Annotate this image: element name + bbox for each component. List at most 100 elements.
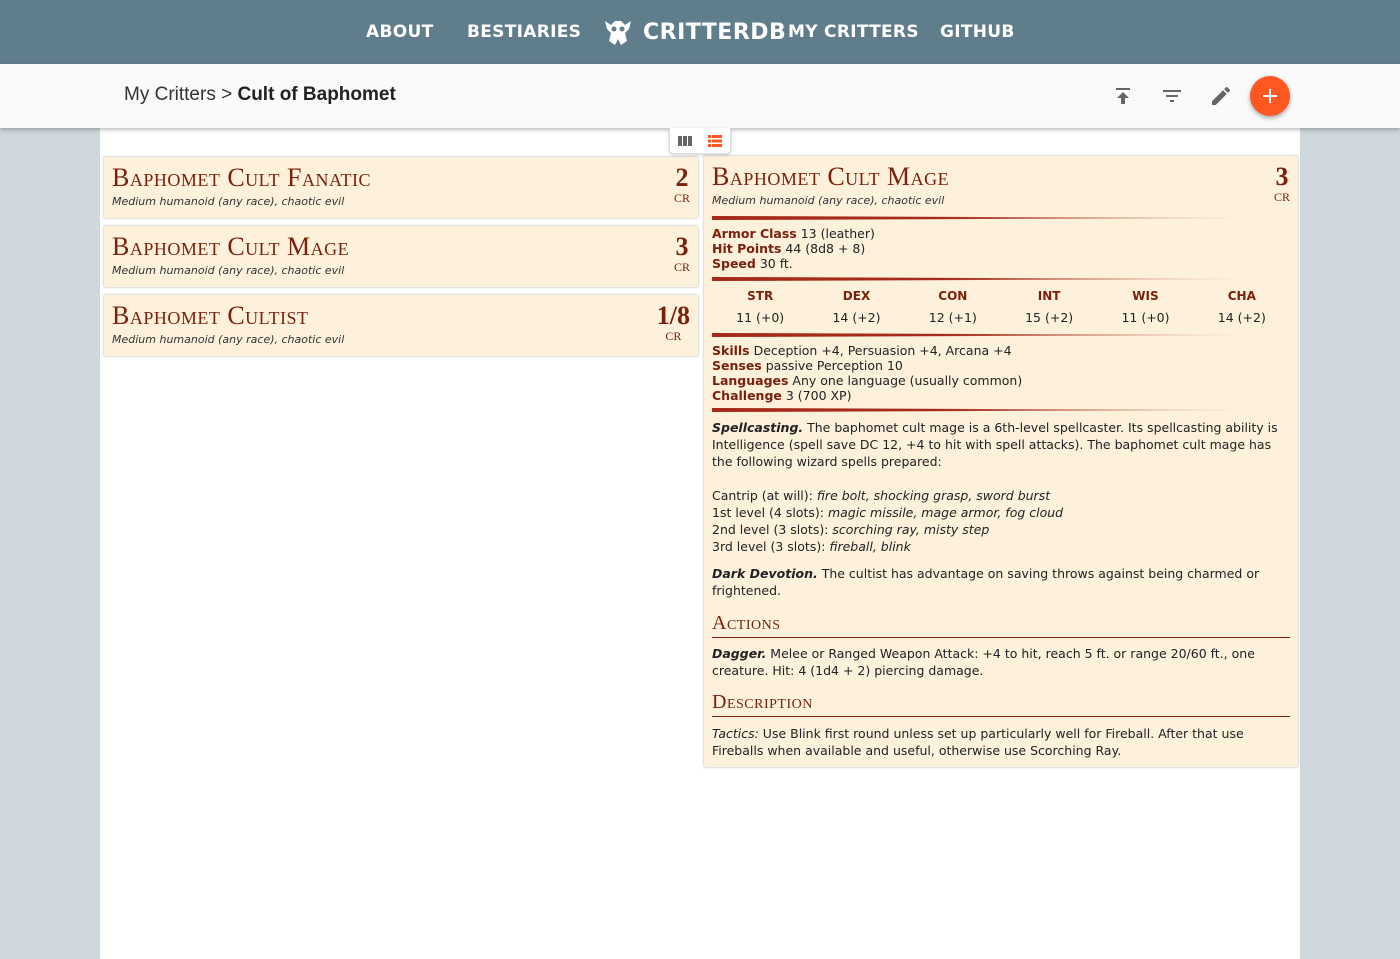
divider-rule [712,277,1278,281]
critter-name: Baphomet Cult Fanatic [112,163,371,192]
list-view-button[interactable] [700,128,730,153]
ability-name: DEX [842,289,871,303]
spell-names: magic missile, mage armor, fog cloud [827,505,1064,520]
spell-names: fireball, blink [829,539,911,554]
ability-name: CON [938,289,968,303]
spellcasting-trait: Spellcasting. The baphomet cult mage is … [712,419,1290,470]
spell-row: 3rd level (3 slots): fireball, blink [712,538,1290,555]
spell-row: 1st level (4 slots): magic missile, mage… [712,504,1290,521]
ability-cha: CHA 14 (+2) [1194,289,1290,325]
nav-about-link[interactable]: ABOUT [366,0,433,64]
ability-int: INT 15 (+2) [1001,289,1097,325]
critterdb-logo[interactable]: CRITTERDB [601,14,786,50]
cr-value: 1/8 [656,301,690,330]
spell-names: fire bolt, shocking grasp, sword burst [816,488,1051,503]
ability-str: STR 11 (+0) [712,289,808,325]
senses-label: Senses [712,358,762,373]
hit-points-label: Hit Points [712,241,782,256]
detail-cr: 3 CR [1274,164,1290,205]
cr-label: CR [673,191,690,205]
tactics-text: Use Blink first round unless set up part… [712,726,1244,758]
armor-class-value: 13 (leather) [796,226,875,241]
edit-icon [1212,86,1230,105]
breadcrumb-root[interactable]: My Critters [124,84,216,105]
critter-type: Medium humanoid (any race), chaotic evil [112,195,345,208]
dark-devotion-title: Dark Devotion. [712,566,818,581]
challenge-label: Challenge [712,388,782,403]
spell-row: Cantrip (at will): fire bolt, shocking g… [712,487,1290,504]
breadcrumb: My Critters > Cult of Baphomet [124,84,396,106]
actions-heading: Actions [712,612,1290,638]
ability-value: 11 (+0) [736,310,785,325]
edit-button[interactable] [1209,84,1233,108]
senses-value: passive Perception 10 [761,358,903,373]
cr-value: 2 [675,163,689,192]
breadcrumb-separator: > [215,84,238,105]
skills-value: Deception +4, Persuasion +4, Arcana +4 [749,343,1012,358]
upload-button[interactable] [1111,84,1135,108]
defense-stats: Armor Class 13 (leather) Hit Points 44 (… [712,226,1292,271]
ability-name: STR [747,289,774,303]
critter-name: Baphomet Cult Mage [112,232,350,261]
column-view-button[interactable] [670,128,700,153]
critter-cr: 1/8 CR [657,303,690,344]
hit-points-value: 44 (8d8 + 8) [781,241,866,256]
critter-card[interactable]: Baphomet Cultist Medium humanoid (any ra… [104,295,698,356]
nav-my-critters-link[interactable]: MY CRITTERS [788,0,919,64]
ability-scores: STR 11 (+0) DEX 14 (+2) CON 12 (+1) INT 15 (… [712,289,1290,325]
ability-value: 14 (+2) [832,310,881,325]
ability-value: 14 (+2) [1217,310,1266,325]
filter-icon [1163,90,1181,102]
detail-critter-name: Baphomet Cult Mage [712,162,950,191]
armor-class-label: Armor Class [712,226,797,241]
languages-label: Languages [712,373,789,388]
cr-value: 3 [675,232,689,261]
languages-value: Any one language (usually common) [788,373,1023,388]
description-text: Tactics: Use Blink first round unless se… [712,725,1290,759]
dagger-title: Dagger. [712,646,767,661]
cr-label: CR [665,329,682,343]
ability-con: CON 12 (+1) [905,289,1001,325]
spellcasting-title: Spellcasting. [712,420,804,435]
critter-logo-icon [605,21,631,45]
dagger-action: Dagger. Melee or Ranged Weapon Attack: +… [712,645,1290,679]
dagger-text: Melee or Ranged Weapon Attack: +4 to hit… [712,646,1255,678]
ability-wis: WIS 11 (+0) [1097,289,1193,325]
detail-critter-type: Medium humanoid (any race), chaotic evil [712,194,945,207]
spell-row: 2nd level (3 slots): scorching ray, mist… [712,521,1290,538]
nav-bestiaries-link[interactable]: BESTIARIES [467,0,581,64]
critter-name: Baphomet Cultist [112,301,309,330]
dark-devotion-trait: Dark Devotion. The cultist has advantage… [712,565,1290,599]
nav-github-link[interactable]: GITHUB [940,0,1015,64]
logo-text: CRITTERDB [643,19,787,45]
divider-rule [712,216,1278,220]
critter-type: Medium humanoid (any race), chaotic evil [112,333,345,346]
critter-detail-statblock: Baphomet Cult Mage Medium humanoid (any … [704,156,1298,767]
divider-rule [712,333,1278,337]
ability-name: INT [1037,289,1061,303]
view-toggle [669,128,731,154]
critter-card[interactable]: Baphomet Cult Mage Medium humanoid (any … [104,226,698,287]
critter-cr: 3 CR [674,234,690,275]
spell-list: Cantrip (at will): fire bolt, shocking g… [712,487,1290,555]
challenge-value: 3 (700 XP) [781,388,852,403]
list-icon [708,134,722,147]
top-navbar: ABOUT BESTIARIES CRITTERDB MY CRITTERS G… [0,0,1400,64]
description-heading: Description [712,691,1290,717]
spell-level: 3rd level (3 slots): [712,539,830,554]
critter-card[interactable]: Baphomet Cult Fanatic Medium humanoid (a… [104,157,698,218]
add-critter-button[interactable] [1250,76,1290,116]
spell-level: 2nd level (3 slots): [712,522,833,537]
add-icon [1263,89,1277,103]
ability-value: 11 (+0) [1121,310,1170,325]
critter-type: Medium humanoid (any race), chaotic evil [112,264,345,277]
ability-name: WIS [1132,289,1159,303]
filter-button[interactable] [1160,84,1184,108]
upload-icon [1116,88,1130,104]
spell-level: 1st level (4 slots): [712,505,828,520]
cr-label: CR [673,260,690,274]
divider-rule [712,408,1278,412]
speed-value: 30 ft. [755,256,793,271]
skills-label: Skills [712,343,750,358]
ability-dex: DEX 14 (+2) [808,289,904,325]
